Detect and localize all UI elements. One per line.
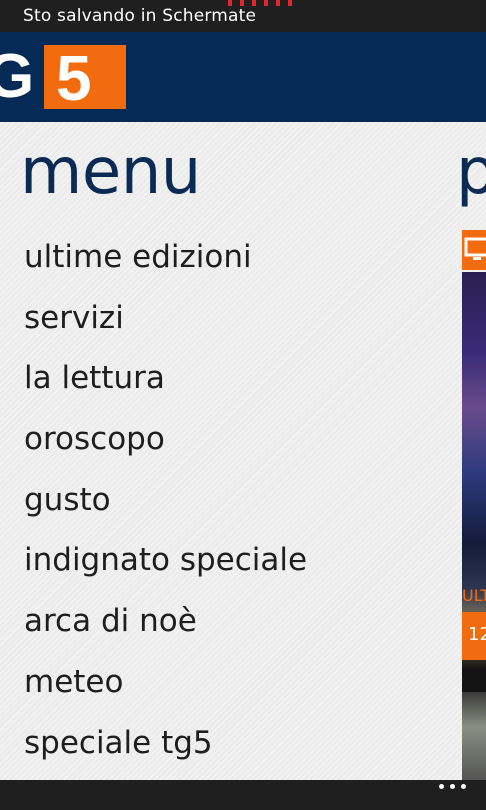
status-message: Sto salvando in Schermate	[23, 6, 257, 26]
menu-item-speciale-tg5[interactable]: speciale tg5	[24, 718, 307, 779]
menu-item-servizi[interactable]: servizi	[24, 293, 307, 354]
menu-item-oroscopo[interactable]: oroscopo	[24, 414, 307, 475]
menu-item-meteo[interactable]: meteo	[24, 657, 307, 718]
svg-text:G: G	[0, 45, 34, 109]
section-tile[interactable]: 12	[462, 612, 486, 660]
menu-item-arca-di-noe[interactable]: arca di noè	[24, 596, 307, 657]
menu-item-gusto[interactable]: gusto	[24, 475, 307, 536]
menu-heading: menu	[20, 135, 201, 209]
app-bar	[0, 780, 486, 810]
menu-item-ultime-edizioni[interactable]: ultime edizioni	[24, 232, 307, 293]
svg-text:5: 5	[56, 45, 92, 109]
status-bar: Sto salvando in Schermate	[0, 0, 486, 32]
tg5-logo: G 5	[0, 45, 126, 109]
menu-list: ultime edizioni servizi la lettura orosc…	[24, 232, 307, 778]
menu-item-indignato-speciale[interactable]: indignato speciale	[24, 535, 307, 596]
section-label: ULT	[462, 586, 486, 605]
tv-icon	[464, 237, 486, 260]
menu-item-la-lettura[interactable]: la lettura	[24, 353, 307, 414]
section-tile-value: 12	[468, 624, 486, 645]
tile-category-badge	[462, 230, 486, 270]
ellipsis-icon[interactable]	[439, 784, 466, 789]
app-screen: Sto salvando in Schermate G 5 menu p ult…	[0, 0, 486, 810]
next-pane-heading[interactable]: p	[456, 132, 486, 212]
list-thumbnail[interactable]	[462, 692, 486, 780]
